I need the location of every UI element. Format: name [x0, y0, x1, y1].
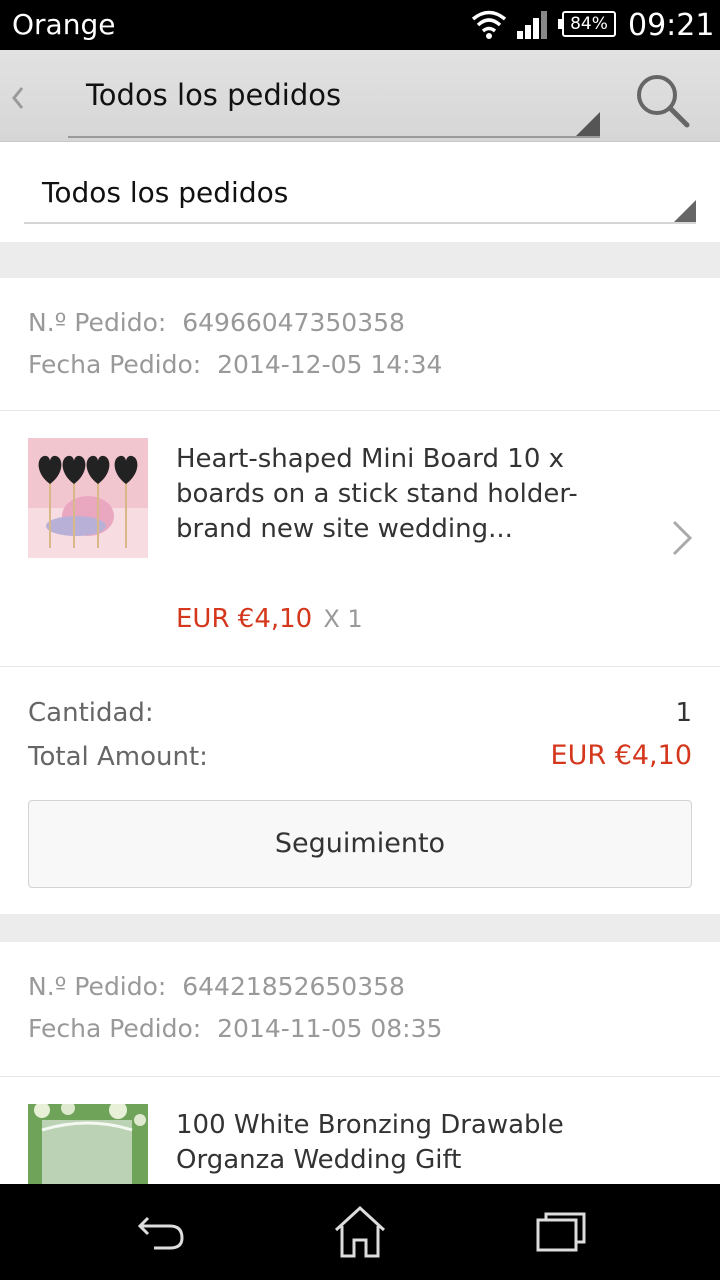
nav-back-icon[interactable] — [130, 1202, 190, 1262]
price-row: EUR €4,10 X 1 — [176, 604, 363, 634]
total-label: Total Amount: — [28, 742, 208, 772]
action-bar: Todos los pedidos — [0, 50, 720, 142]
quantity-label: Cantidad: — [28, 698, 154, 728]
status-bar: Orange 84% 09:21 — [0, 0, 720, 50]
clock: 09:21 — [628, 8, 715, 43]
tracking-button[interactable]: Seguimiento — [28, 800, 692, 888]
carrier-label: Orange — [12, 8, 116, 41]
divider — [0, 1076, 720, 1077]
product-price: EUR €4,10 — [176, 604, 313, 634]
order-number: N.º Pedido: 64966047350358 — [28, 308, 405, 337]
order-filter-dropdown[interactable]: Todos los pedidos — [24, 162, 696, 224]
search-icon[interactable] — [632, 70, 692, 130]
quantity-value: 1 — [675, 698, 692, 728]
order-number: N.º Pedido: 64421852650358 — [28, 972, 405, 1001]
battery-icon: 84% — [558, 11, 616, 37]
product-title[interactable]: Heart-shaped Mini Board 10 x boards on a… — [176, 442, 616, 547]
product-thumbnail — [28, 438, 148, 558]
divider — [0, 410, 720, 411]
back-chevron-icon[interactable] — [6, 78, 30, 118]
order-card: N.º Pedido: 64966047350358 Fecha Pedido:… — [0, 278, 720, 914]
product-title[interactable]: 100 White Bronzing Drawable Organza Wedd… — [176, 1108, 616, 1178]
order-date: Fecha Pedido: 2014-12-05 14:34 — [28, 350, 443, 379]
divider — [0, 666, 720, 667]
wifi-icon — [471, 10, 507, 39]
nav-home-icon[interactable] — [330, 1202, 390, 1262]
filter-panel: Todos los pedidos — [0, 142, 720, 242]
total-value: EUR €4,10 — [550, 740, 692, 771]
navigation-bar — [0, 1184, 720, 1280]
page-title: Todos los pedidos — [86, 78, 342, 112]
chevron-right-icon[interactable] — [666, 518, 696, 558]
dropdown-triangle-icon — [576, 112, 600, 136]
title-spinner[interactable]: Todos los pedidos — [68, 60, 600, 138]
order-card: N.º Pedido: 64421852650358 Fecha Pedido:… — [0, 942, 720, 1184]
signal-icon — [517, 11, 547, 39]
product-qty: X 1 — [323, 605, 363, 633]
filter-selected-value: Todos los pedidos — [42, 176, 289, 209]
nav-recents-icon[interactable] — [530, 1202, 590, 1262]
product-thumbnail — [28, 1104, 148, 1184]
dropdown-triangle-icon — [674, 200, 696, 222]
order-date: Fecha Pedido: 2014-11-05 08:35 — [28, 1014, 443, 1043]
